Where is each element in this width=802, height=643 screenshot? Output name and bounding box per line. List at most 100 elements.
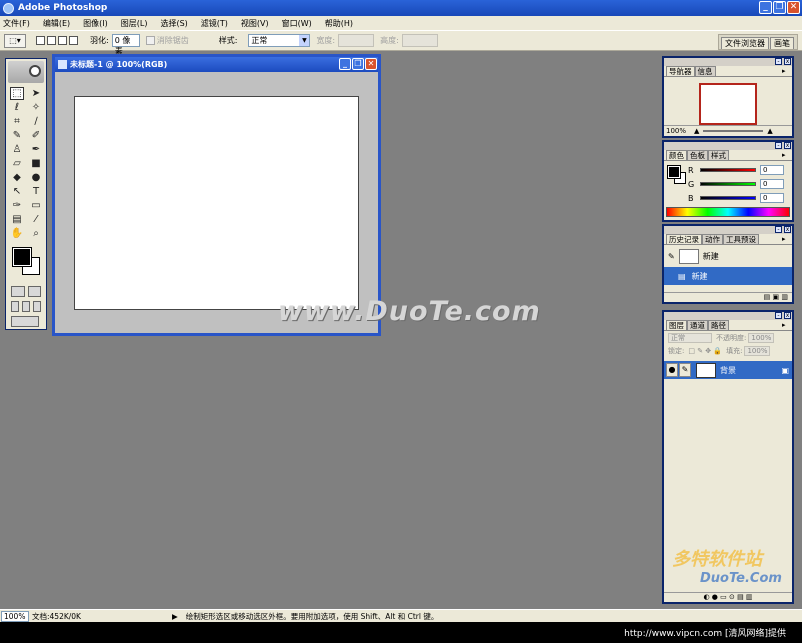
doc-restore-button[interactable]: ❐ xyxy=(352,58,364,70)
status-zoom-input[interactable]: 100% xyxy=(1,610,29,622)
history-brush-tool-icon[interactable]: ✒ xyxy=(29,143,43,156)
tab-navigator[interactable]: 导航器 xyxy=(666,66,695,76)
status-doc-size[interactable]: 文档:452K/0K xyxy=(32,611,172,622)
tab-brushes[interactable]: 画笔 xyxy=(770,37,794,49)
toolbox-header[interactable] xyxy=(8,61,44,83)
panel-minimize-button[interactable]: - xyxy=(775,58,782,65)
tab-paths[interactable]: 路径 xyxy=(708,320,729,330)
doc-minimize-button[interactable]: _ xyxy=(339,58,351,70)
quick-mask-mode-button[interactable] xyxy=(27,286,41,297)
screen-mode-menu-button[interactable] xyxy=(22,301,30,312)
type-tool-icon[interactable]: T xyxy=(29,185,43,198)
healing-brush-tool-icon[interactable]: ✎ xyxy=(10,129,24,142)
dodge-tool-icon[interactable]: ● xyxy=(29,171,43,184)
panel-minimize-button[interactable]: - xyxy=(775,142,782,149)
tab-history[interactable]: 历史记录 xyxy=(666,234,702,244)
eraser-tool-icon[interactable]: ▱ xyxy=(10,157,24,170)
color-spectrum-bar[interactable] xyxy=(666,207,790,217)
panel-close-button[interactable]: x xyxy=(784,58,791,65)
layer-actions-icon[interactable]: ◐ ● ▭ ⊙ ▤ ▥ xyxy=(703,593,752,601)
panel-menu-icon[interactable]: ▸ xyxy=(782,235,790,244)
tab-layers[interactable]: 图层 xyxy=(666,320,687,330)
history-state-row[interactable]: ▤ 新建 xyxy=(664,267,792,285)
channel-b-input[interactable]: 0 xyxy=(760,193,784,203)
menu-edit[interactable]: 编辑(E) xyxy=(43,18,70,29)
panel-drag-bar[interactable]: - x xyxy=(664,312,792,320)
jump-to-imageready-button[interactable] xyxy=(11,316,39,327)
style-select[interactable]: 正常 ▼ xyxy=(248,34,311,47)
hand-tool-icon[interactable]: ✋ xyxy=(10,227,24,240)
shape-tool-icon[interactable]: ▭ xyxy=(29,199,43,212)
navigator-zoom-slider[interactable] xyxy=(703,130,764,132)
panel-drag-bar[interactable]: - x xyxy=(664,142,792,150)
trash-icon[interactable]: ▥ xyxy=(781,293,788,301)
tab-tool-presets[interactable]: 工具预设 xyxy=(723,234,759,244)
eye-icon[interactable]: ● xyxy=(666,363,678,377)
new-document-icon[interactable]: ▤ xyxy=(764,293,771,301)
doc-close-button[interactable]: ✕ xyxy=(365,58,377,70)
panel-menu-icon[interactable]: ▸ xyxy=(782,67,790,76)
menu-layer[interactable]: 图层(L) xyxy=(121,18,148,29)
panel-minimize-button[interactable]: - xyxy=(775,312,782,319)
pen-tool-icon[interactable]: ✑ xyxy=(10,199,24,212)
foreground-color-swatch[interactable] xyxy=(12,247,32,267)
brush-tool-icon[interactable]: ✐ xyxy=(29,129,43,142)
document-canvas[interactable] xyxy=(74,96,359,310)
zoom-out-icon[interactable]: ▲ xyxy=(694,127,699,135)
channel-b-slider[interactable] xyxy=(700,196,756,200)
channel-g-slider[interactable] xyxy=(700,182,756,186)
new-snapshot-icon[interactable]: ▣ xyxy=(773,293,780,301)
tab-actions[interactable]: 动作 xyxy=(702,234,723,244)
tab-file-browser[interactable]: 文件浏览器 xyxy=(721,37,769,49)
intersect-selection-mode-button[interactable] xyxy=(69,36,78,45)
tab-styles[interactable]: 样式 xyxy=(708,150,729,160)
zoom-in-icon[interactable]: ▲ xyxy=(767,127,772,135)
restore-button[interactable]: ❐ xyxy=(773,1,786,14)
navigator-zoom[interactable]: 100% xyxy=(666,127,686,135)
document-titlebar[interactable]: 未标题-1 @ 100%(RGB) _ ❐ ✕ xyxy=(55,57,378,72)
menu-window[interactable]: 窗口(W) xyxy=(282,18,312,29)
marquee-tool-icon[interactable]: ⬚ xyxy=(10,87,24,100)
standard-mode-button[interactable] xyxy=(11,286,25,297)
panel-close-button[interactable]: x xyxy=(784,142,791,149)
subtract-selection-mode-button[interactable] xyxy=(58,36,67,45)
tab-info[interactable]: 信息 xyxy=(694,66,716,76)
crop-tool-icon[interactable]: ⌗ xyxy=(10,115,24,128)
tab-channels[interactable]: 通道 xyxy=(687,320,708,330)
panel-drag-bar[interactable]: - x xyxy=(664,58,792,66)
menu-select[interactable]: 选择(S) xyxy=(160,18,187,29)
photoshop-app-icon[interactable] xyxy=(3,2,14,14)
gradient-tool-icon[interactable]: ■ xyxy=(29,157,43,170)
tool-preset-picker[interactable]: ⬚▾ xyxy=(4,33,26,48)
tab-color[interactable]: 颜色 xyxy=(666,150,687,160)
new-selection-mode-button[interactable] xyxy=(36,36,45,45)
panel-close-button[interactable]: x xyxy=(784,312,791,319)
screen-mode-full-button[interactable] xyxy=(33,301,41,312)
panel-drag-bar[interactable]: - x xyxy=(664,226,792,234)
channel-g-input[interactable]: 0 xyxy=(760,179,784,189)
eyedropper-tool-icon[interactable]: ⁄ xyxy=(29,213,43,226)
navigator-view-box[interactable] xyxy=(699,83,757,125)
status-arrow-icon[interactable]: ▶ xyxy=(172,612,178,621)
lasso-tool-icon[interactable]: ℓ xyxy=(10,101,24,114)
path-selection-tool-icon[interactable]: ↖ xyxy=(10,185,24,198)
panel-menu-icon[interactable]: ▸ xyxy=(782,321,790,330)
menu-file[interactable]: 文件(F) xyxy=(3,18,30,29)
panel-menu-icon[interactable]: ▸ xyxy=(782,151,790,160)
feather-input[interactable]: 0 像素 xyxy=(111,34,140,56)
layer-row-background[interactable]: ● ✎ 背景 ▣ xyxy=(664,361,792,379)
channel-r-input[interactable]: 0 xyxy=(760,165,784,175)
magic-wand-tool-icon[interactable]: ✧ xyxy=(29,101,43,114)
menu-filter[interactable]: 滤镜(T) xyxy=(201,18,228,29)
slice-tool-icon[interactable]: ∕ xyxy=(29,115,43,128)
menu-help[interactable]: 帮助(H) xyxy=(325,18,353,29)
channel-r-slider[interactable] xyxy=(700,168,756,172)
clone-stamp-tool-icon[interactable]: ♙ xyxy=(10,143,24,156)
tab-swatches[interactable]: 色板 xyxy=(687,150,708,160)
menu-image[interactable]: 图像(I) xyxy=(83,18,108,29)
brush-link-icon[interactable]: ✎ xyxy=(679,363,691,377)
color-fg-swatch[interactable] xyxy=(667,165,681,179)
screen-mode-standard-button[interactable] xyxy=(11,301,19,312)
zoom-tool-icon[interactable]: ⌕ xyxy=(29,227,43,240)
adobe-online-icon[interactable] xyxy=(29,65,41,77)
